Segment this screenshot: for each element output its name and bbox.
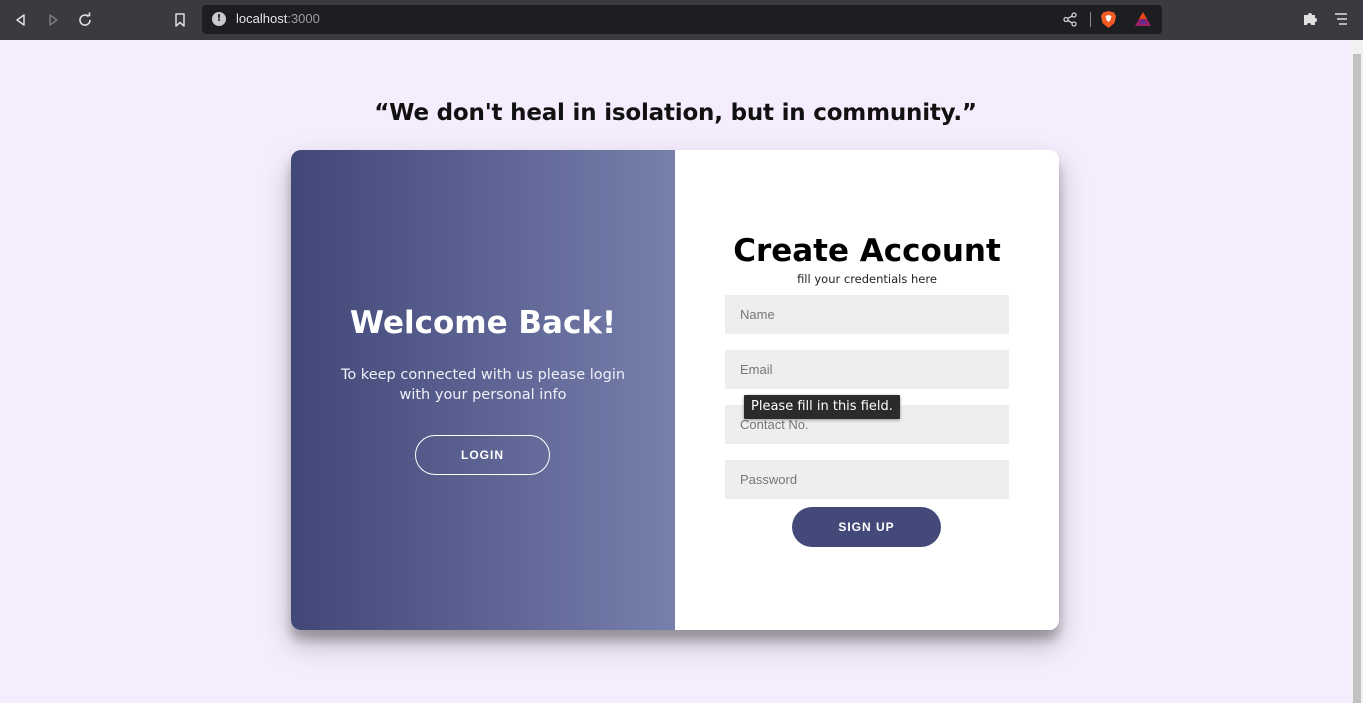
address-bar[interactable]: ! localhost:3000	[202, 5, 1162, 34]
url-text: localhost:3000	[236, 11, 320, 26]
menu-icon[interactable]	[1334, 11, 1348, 30]
bookmark-icon[interactable]	[170, 10, 190, 30]
validation-tooltip: Please fill in this field.	[744, 395, 900, 419]
page-scrollbar[interactable]	[1351, 40, 1363, 703]
login-button[interactable]: LOGIN	[415, 435, 550, 475]
scrollbar-thumb[interactable]	[1353, 54, 1361, 703]
email-placeholder: Email	[740, 362, 773, 377]
forward-icon[interactable]	[43, 10, 63, 30]
password-input[interactable]: Password	[725, 460, 1009, 499]
create-account-subtitle: fill your credentials here	[797, 272, 937, 286]
email-input[interactable]: Email	[725, 350, 1009, 389]
welcome-title: Welcome Back!	[349, 305, 617, 341]
share-icon[interactable]	[1063, 12, 1077, 31]
create-account-title: Create Account	[733, 233, 1001, 269]
divider	[1090, 12, 1091, 27]
brave-rewards-icon[interactable]	[1134, 11, 1152, 31]
contact-placeholder: Contact No.	[740, 417, 809, 432]
name-placeholder: Name	[740, 307, 775, 322]
extensions-icon[interactable]	[1301, 10, 1319, 32]
site-info-icon[interactable]: !	[212, 12, 226, 26]
welcome-panel: Welcome Back! To keep connected with us …	[291, 150, 675, 630]
reload-icon[interactable]	[75, 10, 95, 30]
name-input[interactable]: Name	[725, 295, 1009, 334]
password-placeholder: Password	[740, 472, 798, 487]
auth-card: Welcome Back! To keep connected with us …	[291, 150, 1059, 630]
welcome-subtitle: To keep connected with us please login w…	[340, 367, 626, 403]
signup-button[interactable]: SIGN UP	[792, 507, 941, 547]
quote-heading: “We don't heal in isolation, but in comm…	[374, 100, 977, 126]
browser-toolbar: ! localhost:3000	[0, 0, 1363, 40]
brave-shields-icon[interactable]	[1100, 10, 1117, 33]
back-icon[interactable]	[11, 10, 31, 30]
signup-panel: Create Account fill your credentials her…	[675, 150, 1059, 630]
